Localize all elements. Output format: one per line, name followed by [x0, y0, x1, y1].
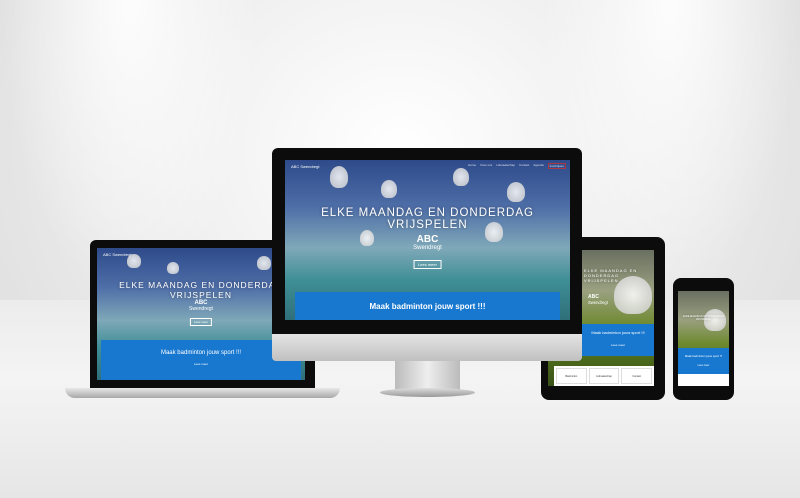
cta-band: Maak badminton jouw sport !!! [295, 292, 560, 320]
main-nav: Home Over ons Lidmaatschap Contact Agend… [468, 163, 566, 169]
band-link[interactable]: Lees meer [101, 362, 301, 366]
abc-logo: ABC Swendregt [413, 234, 442, 251]
band-title: Maak badminton jouw sport !!! [369, 302, 486, 311]
hero-button[interactable]: Lees meer [413, 260, 442, 269]
nav-item[interactable]: Agenda [533, 163, 543, 169]
nav-item[interactable]: Inschrijven [547, 163, 566, 169]
hero-title: ELKE MAANDAG EN DONDERDAG VRIJSPELEN [321, 207, 534, 231]
band-title: Maak badminton jouw sport !!! [591, 330, 645, 335]
band-link[interactable]: Lees meer [582, 343, 654, 347]
nav-item[interactable]: Contact [519, 163, 529, 169]
feature-card[interactable]: Contact [621, 368, 653, 384]
band-link[interactable]: Lees meer [678, 364, 729, 367]
feature-card[interactable]: Lidmaatschap [588, 368, 620, 384]
cta-band: Maak badminton jouw sport !!! Lees meer [678, 348, 729, 374]
hero-title: ELKE MAANDAG EN DONDERDAG VRIJSPELEN [683, 315, 724, 321]
cta-band: Maak badminton jouw sport !!! Lees meer [101, 340, 301, 380]
abc-logo: ABC Swendregt [588, 294, 608, 305]
nav-item[interactable]: Lidmaatschap [496, 163, 515, 169]
cta-band: Maak badminton jouw sport !!! Lees meer [582, 324, 654, 356]
site-logo: ABC Swendregt [291, 164, 320, 169]
hero-button[interactable]: Lees meer [189, 318, 213, 326]
hero-title: ELKE MAANDAG EN DONDERDAG VRIJSPELEN [584, 268, 638, 283]
feature-card[interactable]: Badminton [556, 368, 587, 384]
band-title: Maak badminton jouw sport !!! [684, 354, 723, 358]
nav-item[interactable]: Over ons [480, 163, 492, 169]
band-title: Maak badminton jouw sport !!! [160, 350, 242, 356]
phone-screen: ELKE MAANDAG EN DONDERDAG VRIJSPELEN Maa… [678, 291, 729, 386]
nav-item[interactable]: Home [468, 163, 476, 169]
monitor-screen: ABC Swendregt Home Over ons Lidmaatschap… [285, 160, 570, 320]
